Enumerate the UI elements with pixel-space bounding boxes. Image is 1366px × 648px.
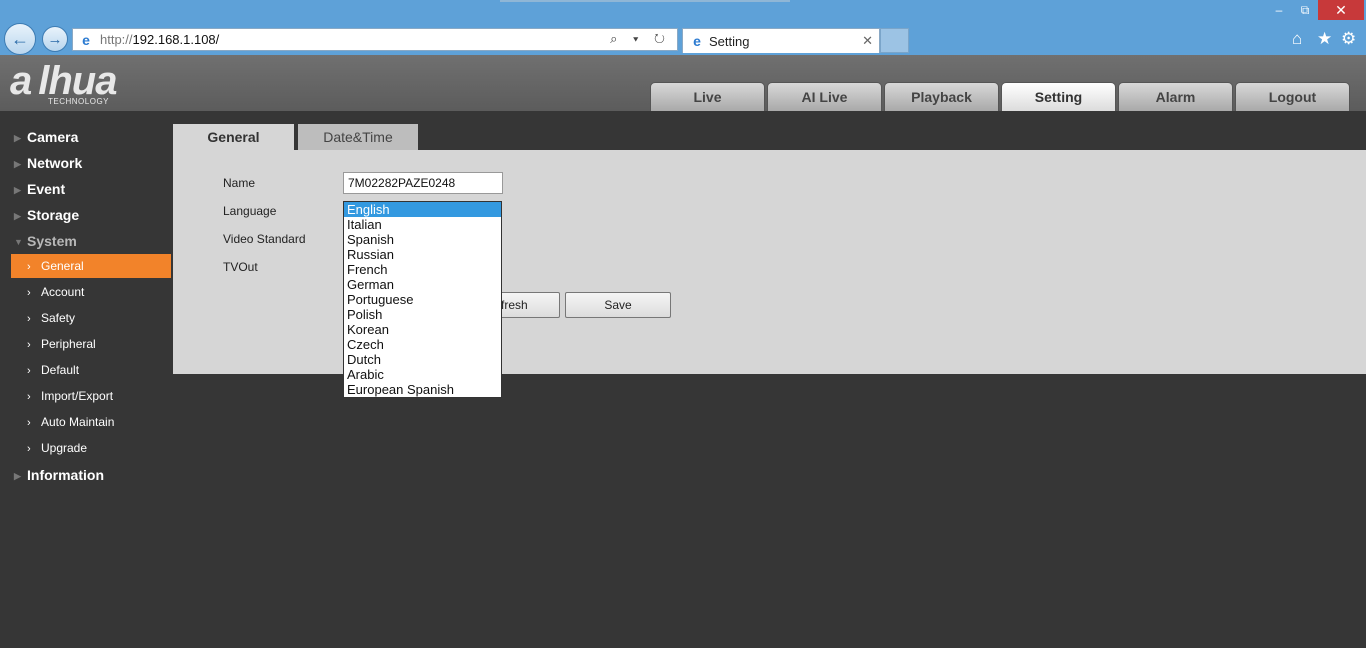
name-field[interactable] <box>343 172 503 194</box>
sidebar-subitem-safety[interactable]: › Safety <box>11 306 171 330</box>
dahua-logo: a lhua <box>10 59 117 103</box>
chevron-right-icon: › <box>27 443 31 455</box>
sidebar-item-camera[interactable]: ▶ Camera <box>14 127 78 147</box>
sidebar-subitem-peripheral[interactable]: › Peripheral <box>11 332 171 356</box>
language-option[interactable]: French <box>344 262 501 277</box>
chevron-right-icon: › <box>27 391 31 403</box>
url-scheme: http:// <box>100 32 133 47</box>
sidebar-subitem-label: Peripheral <box>41 337 96 351</box>
language-option[interactable]: Spanish <box>344 232 501 247</box>
close-window-button[interactable]: ✕ <box>1318 0 1364 20</box>
sidebar-subitem-general[interactable]: › General <box>11 254 171 278</box>
language-option[interactable]: German <box>344 277 501 292</box>
back-arrow-icon: ← <box>11 28 29 49</box>
refresh-button-label: fresh <box>501 298 528 312</box>
sidebar-item-information[interactable]: ▶ Information <box>14 465 104 485</box>
subtab-general[interactable]: General <box>173 124 294 150</box>
minimize-button[interactable]: – <box>1266 0 1292 20</box>
ie-icon: e <box>82 31 90 48</box>
tab-playback[interactable]: Playback <box>884 82 999 111</box>
sidebar-subitem-label: Upgrade <box>41 441 88 455</box>
sidebar-item-label: System <box>27 233 77 249</box>
language-option[interactable]: Czech <box>344 337 501 352</box>
tab-setting[interactable]: Setting <box>1001 82 1116 111</box>
sidebar-item-event[interactable]: ▶ Event <box>14 179 65 199</box>
sidebar-item-label: Network <box>27 155 83 171</box>
name-label: Name <box>223 176 256 190</box>
triangle-right-icon: ▶ <box>14 133 21 143</box>
sidebar-subitem-default[interactable]: › Default <box>11 358 171 382</box>
sidebar-item-system[interactable]: ▼ System <box>14 231 77 251</box>
gear-icon[interactable]: ⚙ <box>1341 29 1356 49</box>
language-option[interactable]: Polish <box>344 307 501 322</box>
ie-tab-icon: e <box>693 33 701 49</box>
sidebar-subitem-auto-maintain[interactable]: › Auto Maintain <box>11 410 171 434</box>
language-dropdown-list[interactable]: English Italian Spanish Russian French G… <box>343 201 502 398</box>
forward-arrow-icon: → <box>47 30 63 48</box>
star-icon[interactable]: ★ <box>1317 29 1332 49</box>
chevron-right-icon: › <box>27 339 31 351</box>
sidebar-subitem-label: Auto Maintain <box>41 415 115 429</box>
home-icon[interactable]: ⌂ <box>1292 29 1302 49</box>
language-label: Language <box>223 204 277 218</box>
sidebar-item-label: Camera <box>27 129 79 145</box>
language-option[interactable]: Russian <box>344 247 501 262</box>
sidebar-subitem-import-export[interactable]: › Import/Export <box>11 384 171 408</box>
video-standard-label: Video Standard <box>223 232 306 246</box>
tab-alarm[interactable]: Alarm <box>1118 82 1233 111</box>
chevron-right-icon: › <box>27 287 31 299</box>
sidebar-subitem-label: Default <box>41 363 80 377</box>
sidebar-item-label: Storage <box>27 207 80 223</box>
language-option[interactable]: Dutch <box>344 352 501 367</box>
tab-title: Setting <box>709 33 750 49</box>
sidebar-item-label: Event <box>27 181 66 197</box>
chevron-right-icon: › <box>27 313 31 325</box>
sidebar-item-label: Information <box>27 467 104 483</box>
tvout-label: TVOut <box>223 260 258 274</box>
new-tab-button[interactable] <box>880 28 909 53</box>
language-option[interactable]: Italian <box>344 217 501 232</box>
tab-logout[interactable]: Logout <box>1235 82 1350 111</box>
tab-live[interactable]: Live <box>650 82 765 111</box>
maximize-button[interactable]: ⧉ <box>1292 0 1318 20</box>
triangle-right-icon: ▶ <box>14 159 21 169</box>
language-option[interactable]: English <box>344 202 501 217</box>
forward-button[interactable]: → <box>42 26 68 52</box>
logo-subtitle: TECHNOLOGY <box>48 97 110 106</box>
sidebar-subitem-label: General <box>41 259 84 273</box>
title-strip <box>500 0 790 2</box>
chevron-right-icon: › <box>27 261 31 273</box>
sidebar-subitem-label: Import/Export <box>41 389 114 403</box>
sidebar-subitem-upgrade[interactable]: › Upgrade <box>11 436 171 460</box>
language-option[interactable]: Arabic <box>344 367 501 382</box>
chevron-right-icon: › <box>27 417 31 429</box>
save-button[interactable]: Save <box>565 292 671 318</box>
sidebar-subitem-label: Safety <box>41 311 76 325</box>
sidebar-item-network[interactable]: ▶ Network <box>14 153 82 173</box>
chevron-right-icon: › <box>27 365 31 377</box>
triangle-down-icon: ▼ <box>14 237 23 247</box>
language-option[interactable]: Korean <box>344 322 501 337</box>
triangle-right-icon: ▶ <box>14 471 21 481</box>
sidebar-item-storage[interactable]: ▶ Storage <box>14 205 79 225</box>
sidebar-subitem-account[interactable]: › Account <box>11 280 171 304</box>
sidebar-subitem-label: Account <box>41 285 85 299</box>
address-tools-icons[interactable]: ⌕ ▾ ↻ <box>610 31 671 47</box>
tab-close-icon[interactable]: ✕ <box>862 33 873 49</box>
browser-tab-setting[interactable]: e Setting ✕ <box>682 28 880 53</box>
tab-ai-live[interactable]: AI Live <box>767 82 882 111</box>
language-option[interactable]: Portuguese <box>344 292 501 307</box>
language-option[interactable]: European Spanish <box>344 382 501 397</box>
triangle-right-icon: ▶ <box>14 211 21 221</box>
address-bar[interactable]: e http://192.168.1.108/ ⌕ ▾ ↻ <box>72 28 678 51</box>
back-button[interactable]: ← <box>4 23 36 55</box>
url-host: 192.168.1.108/ <box>132 32 220 47</box>
subtab-date-time[interactable]: Date&Time <box>298 124 418 150</box>
triangle-right-icon: ▶ <box>14 185 21 195</box>
